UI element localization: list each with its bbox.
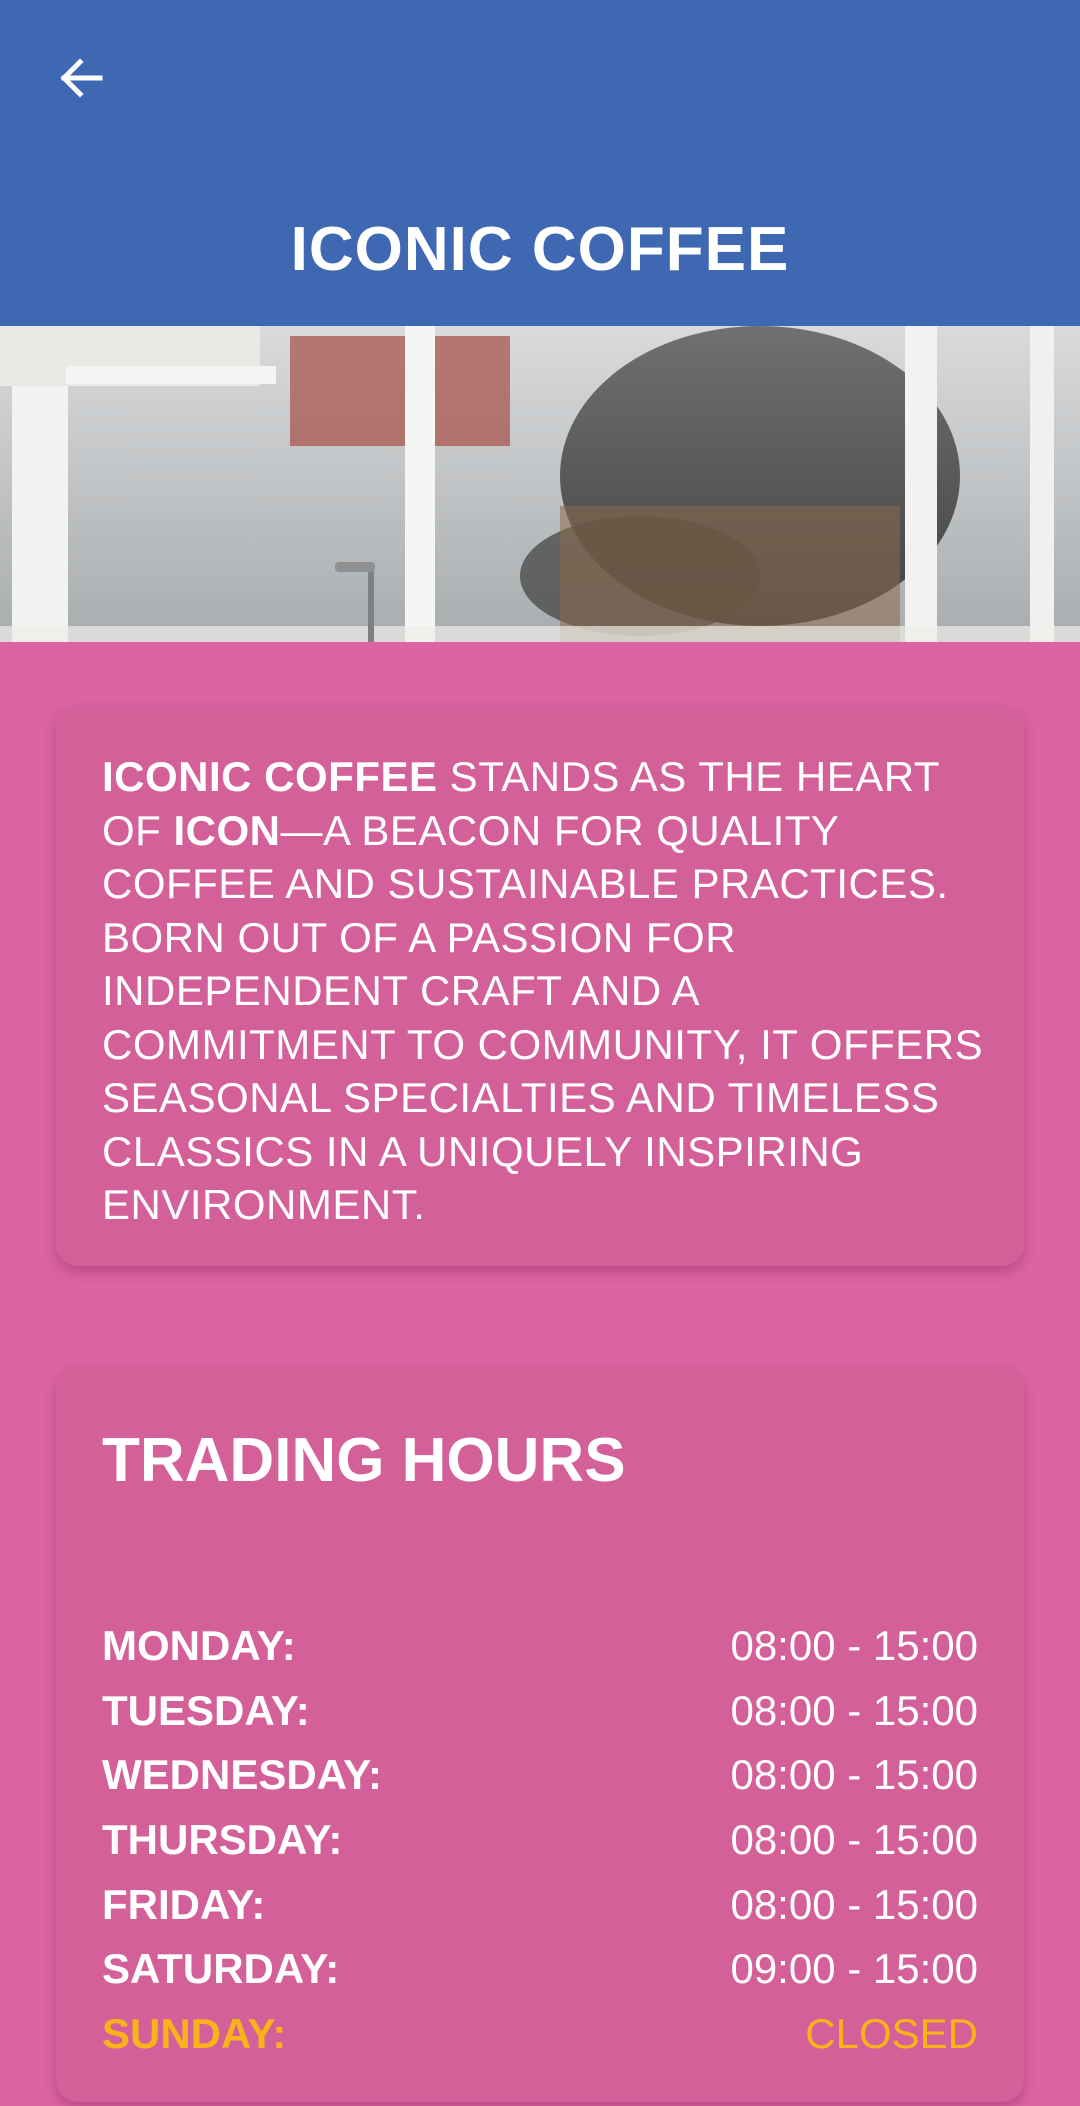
time-value: 08:00 - 15:00 xyxy=(730,1880,978,1928)
hours-list: MONDAY: 08:00 - 15:00 TUESDAY: 08:00 - 1… xyxy=(102,1614,978,2066)
hours-row-wednesday: WEDNESDAY: 08:00 - 15:00 xyxy=(102,1743,978,1808)
hours-row-friday: FRIDAY: 08:00 - 15:00 xyxy=(102,1872,978,1937)
time-value: 08:00 - 15:00 xyxy=(730,1751,978,1799)
brand-name: ICONIC COFFEE xyxy=(102,753,438,800)
hours-row-thursday: THURSDAY: 08:00 - 15:00 xyxy=(102,1808,978,1873)
day-label: MONDAY: xyxy=(102,1622,296,1670)
time-value: 08:00 - 15:00 xyxy=(730,1622,978,1670)
day-label: THURSDAY: xyxy=(102,1816,343,1864)
arrow-left-icon xyxy=(54,52,106,109)
intro-description: ICONIC COFFEE STANDS AS THE HEART OF ICO… xyxy=(102,750,992,1232)
time-value: CLOSED xyxy=(805,2009,978,2057)
hours-row-saturday: SATURDAY: 09:00 - 15:00 xyxy=(102,1937,978,2002)
app-bar: ICONIC COFFEE xyxy=(0,0,1080,326)
day-label: FRIDAY: xyxy=(102,1880,266,1928)
trading-hours-title: TRADING HOURS xyxy=(102,1426,626,1495)
trading-hours-card: TRADING HOURS MONDAY: 08:00 - 15:00 TUES… xyxy=(56,1366,1024,2102)
intro-card: ICONIC COFFEE STANDS AS THE HEART OF ICO… xyxy=(56,706,1024,1266)
time-value: 08:00 - 15:00 xyxy=(730,1686,978,1734)
icon-name: ICON xyxy=(173,806,281,854)
storefront-photo xyxy=(0,326,1080,642)
time-value: 08:00 - 15:00 xyxy=(730,1816,978,1864)
intro-text-part-2: —A BEACON FOR QUALITY COFFEE AND SUSTAIN… xyxy=(102,806,984,1229)
day-label: WEDNESDAY: xyxy=(102,1751,383,1799)
hours-row-sunday: SUNDAY: CLOSED xyxy=(102,2002,978,2067)
hours-row-tuesday: TUESDAY: 08:00 - 15:00 xyxy=(102,1679,978,1744)
day-label: SUNDAY: xyxy=(102,2009,287,2057)
day-label: TUESDAY: xyxy=(102,1686,310,1734)
time-value: 09:00 - 15:00 xyxy=(730,1945,978,1993)
page-title: ICONIC COFFEE xyxy=(290,215,790,284)
day-label: SATURDAY: xyxy=(102,1945,340,1993)
back-button[interactable] xyxy=(40,40,120,120)
hours-row-monday: MONDAY: 08:00 - 15:00 xyxy=(102,1614,978,1679)
